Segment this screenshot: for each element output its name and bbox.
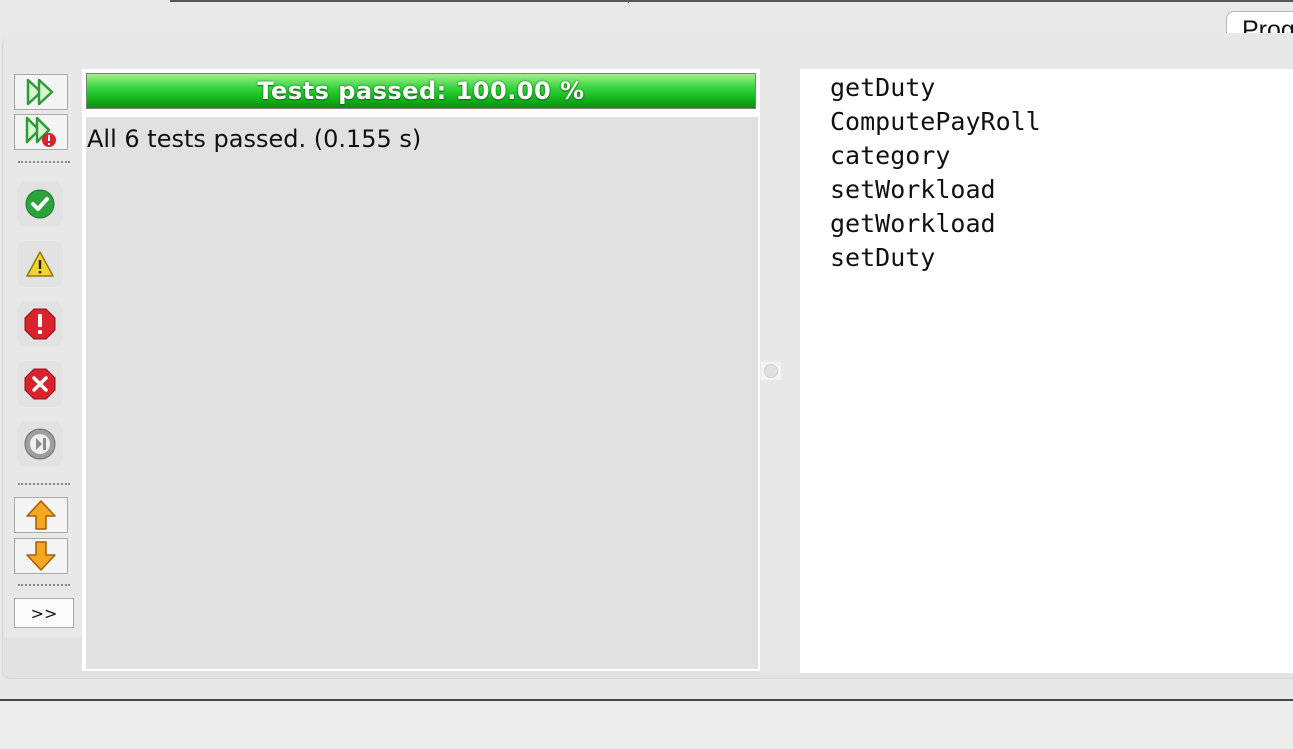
test-output-area[interactable]: All 6 tests passed. (0.155 s)	[86, 117, 758, 669]
test-method-item[interactable]: category	[830, 139, 1293, 173]
toolbar-separator	[18, 161, 70, 163]
test-method-item[interactable]: getWorkload	[830, 207, 1293, 241]
top-divider	[170, 0, 1293, 2]
top-strip	[0, 0, 1293, 36]
status-bar	[0, 701, 1293, 749]
test-toolbar: >>	[8, 70, 80, 672]
rerun-failed-button[interactable]	[14, 114, 68, 150]
filter-passed-button[interactable]	[17, 181, 63, 227]
toolbar-separator	[18, 584, 70, 586]
arrow-down-icon	[26, 541, 56, 571]
warning-icon	[26, 251, 54, 277]
more-actions-button[interactable]: >>	[14, 598, 74, 628]
test-progress-label: Tests passed: 100.00 %	[257, 77, 585, 105]
rerun-icon	[26, 78, 54, 106]
test-methods-pane: getDuty ComputePayRoll category setWorkload…	[800, 69, 1293, 673]
test-method-list: getDuty ComputePayRoll category setWorkload…	[800, 69, 1293, 275]
rerun-failed-icon	[25, 116, 56, 147]
test-method-item[interactable]: setDuty	[830, 241, 1293, 275]
failure-icon	[24, 368, 56, 400]
error-icon	[24, 308, 56, 340]
previous-result-button[interactable]	[14, 497, 68, 533]
toolbar-separator	[18, 483, 70, 485]
skipped-icon	[24, 428, 56, 460]
arrow-up-icon	[26, 500, 56, 530]
splitter-handle[interactable]	[761, 362, 781, 380]
filter-failures-button[interactable]	[17, 361, 63, 407]
test-method-item[interactable]: ComputePayRoll	[830, 105, 1293, 139]
filter-warnings-button[interactable]	[17, 241, 63, 287]
test-summary: All 6 tests passed. (0.155 s)	[87, 125, 422, 153]
filter-skipped-button[interactable]	[17, 421, 63, 467]
rerun-button[interactable]	[14, 74, 68, 110]
test-method-item[interactable]: setWorkload	[830, 173, 1293, 207]
top-divider-tick	[628, 0, 629, 3]
test-progress-bar: Tests passed: 100.00 %	[86, 73, 756, 109]
test-method-item[interactable]: getDuty	[830, 71, 1293, 105]
test-results-pane: Tests passed: 100.00 % All 6 tests passe…	[82, 69, 760, 671]
next-result-button[interactable]	[14, 538, 68, 574]
passed-icon	[25, 189, 55, 219]
filter-errors-button[interactable]	[17, 301, 63, 347]
